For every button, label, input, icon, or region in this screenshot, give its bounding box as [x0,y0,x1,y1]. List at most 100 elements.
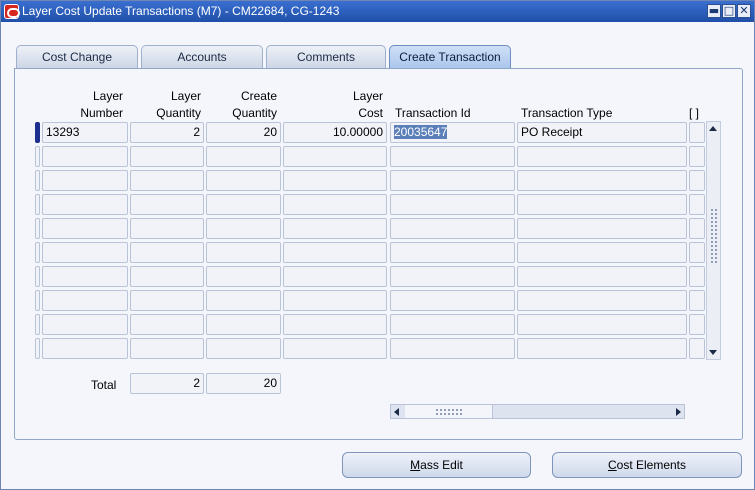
transaction-id-cell[interactable] [390,338,515,359]
cost-elements-button[interactable]: Cost Elements [552,452,742,478]
flexfield-cell[interactable] [689,146,705,167]
transaction-id-cell[interactable] [390,218,515,239]
layer-number-cell[interactable] [42,242,128,263]
layer-cost-cell[interactable] [283,338,387,359]
transaction-id-cell[interactable] [390,290,515,311]
row-indicator[interactable] [35,266,40,287]
row-indicator[interactable] [35,290,40,311]
transaction-id-cell[interactable] [390,146,515,167]
row-indicator[interactable] [35,218,40,239]
transaction-type-cell[interactable] [517,338,687,359]
row-indicator-current[interactable] [35,122,40,143]
layer-quantity-cell[interactable] [130,314,204,335]
create-quantity-cell[interactable] [206,242,281,263]
layer-cost-cell[interactable] [283,242,387,263]
transaction-id-value[interactable]: 20035647 [394,125,448,139]
flexfield-cell[interactable] [689,266,705,287]
vertical-scrollbar[interactable] [706,121,721,360]
flexfield-cell[interactable] [689,290,705,311]
transaction-type-cell[interactable] [517,146,687,167]
layer-cost-cell[interactable] [283,290,387,311]
layer-number-cell[interactable] [42,266,128,287]
layer-number-cell[interactable] [42,314,128,335]
create-quantity-cell[interactable] [206,338,281,359]
row-indicator[interactable] [35,314,40,335]
transaction-type-cell[interactable] [517,218,687,239]
create-quantity-cell[interactable] [206,290,281,311]
flexfield-cell[interactable] [689,338,705,359]
transaction-type-cell[interactable]: PO Receipt [517,122,687,143]
header-layer-number-line1: Layer [92,89,123,103]
layer-quantity-cell[interactable] [130,290,204,311]
scroll-down-icon[interactable] [709,350,717,355]
layer-cost-cell[interactable] [283,170,387,191]
layer-number-cell[interactable]: 13293 [42,122,128,143]
create-quantity-cell[interactable]: 20 [206,122,281,143]
create-quantity-cell[interactable] [206,218,281,239]
layer-number-cell[interactable] [42,170,128,191]
flexfield-cell[interactable] [689,218,705,239]
flexfield-cell[interactable] [689,314,705,335]
tab-cost-change[interactable]: Cost Change [16,45,138,68]
create-quantity-cell[interactable] [206,266,281,287]
layer-quantity-cell[interactable]: 2 [130,122,204,143]
tab-accounts[interactable]: Accounts [141,45,263,68]
layer-cost-cell[interactable] [283,314,387,335]
transaction-type-cell[interactable] [517,242,687,263]
layer-quantity-cell[interactable] [130,266,204,287]
mass-edit-button[interactable]: Mass Edit [342,452,531,478]
close-icon[interactable]: ✕ [737,4,751,18]
scroll-right-icon[interactable] [676,408,681,416]
flexfield-cell[interactable] [689,170,705,191]
transaction-id-cell[interactable] [390,314,515,335]
transaction-type-cell[interactable] [517,170,687,191]
row-indicator[interactable] [35,170,40,191]
layer-quantity-cell[interactable] [130,146,204,167]
transaction-id-cell[interactable] [390,266,515,287]
scroll-up-icon[interactable] [709,126,717,131]
tab-create-transaction[interactable]: Create Transaction [389,45,511,69]
scroll-left-icon[interactable] [394,408,399,416]
layer-cost-cell[interactable]: 10.00000 [283,122,387,143]
create-quantity-cell[interactable] [206,194,281,215]
create-quantity-cell[interactable] [206,170,281,191]
layer-quantity-cell[interactable] [130,194,204,215]
transaction-id-cell[interactable] [390,170,515,191]
flexfield-cell[interactable] [689,194,705,215]
layer-quantity-cell[interactable] [130,242,204,263]
maximize-icon[interactable]: □ [722,4,736,18]
transaction-type-cell[interactable] [517,194,687,215]
layer-quantity-cell[interactable] [130,218,204,239]
layer-quantity-cell[interactable] [130,338,204,359]
row-indicator[interactable] [35,146,40,167]
layer-number-cell[interactable] [42,218,128,239]
flexfield-cell[interactable] [689,122,705,143]
layer-quantity-cell[interactable] [130,170,204,191]
minimize-icon[interactable]: ▬ [707,4,721,18]
layer-cost-cell[interactable] [283,266,387,287]
row-indicator[interactable] [35,338,40,359]
transaction-type-cell[interactable] [517,314,687,335]
transaction-type-cell[interactable] [517,266,687,287]
row-indicator[interactable] [35,242,40,263]
layer-number-cell[interactable] [42,290,128,311]
horizontal-scroll-thumb[interactable] [405,405,493,418]
row-indicator[interactable] [35,194,40,215]
create-quantity-cell[interactable] [206,146,281,167]
tab-comments[interactable]: Comments [266,45,386,68]
transaction-id-cell[interactable]: 20035647 [390,122,515,143]
layer-number-cell[interactable] [42,146,128,167]
transaction-type-cell[interactable] [517,290,687,311]
layer-cost-cell[interactable] [283,146,387,167]
transaction-id-cell[interactable] [390,242,515,263]
layer-cost-cell[interactable] [283,194,387,215]
oracle-app-icon[interactable] [4,4,20,19]
create-quantity-cell[interactable] [206,314,281,335]
scroll-grip-icon[interactable] [710,208,718,264]
transaction-id-cell[interactable] [390,194,515,215]
layer-number-cell[interactable] [42,194,128,215]
horizontal-scrollbar[interactable] [390,404,685,419]
flexfield-cell[interactable] [689,242,705,263]
layer-number-cell[interactable] [42,338,128,359]
layer-cost-cell[interactable] [283,218,387,239]
